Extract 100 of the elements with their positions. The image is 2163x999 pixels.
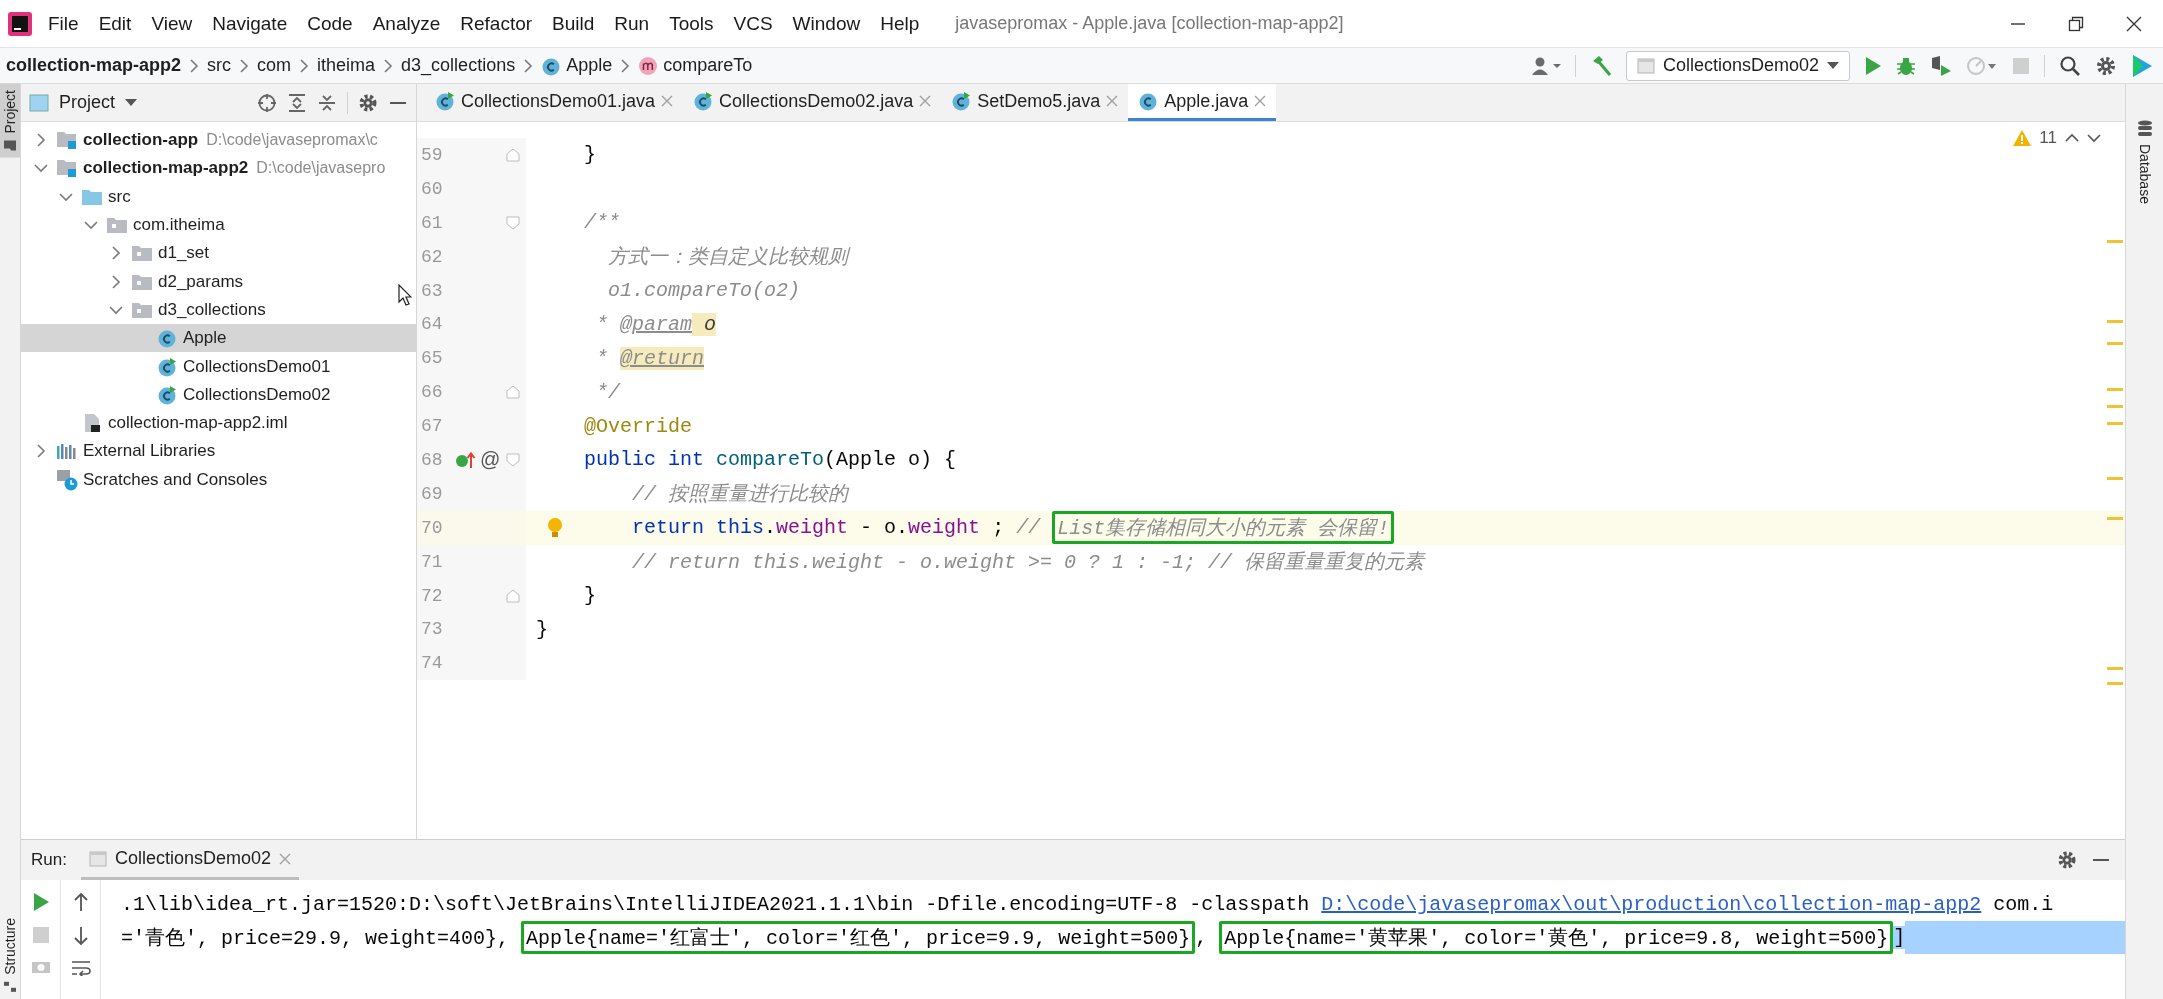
tree-item[interactable]: CollectionsDemo01 <box>21 352 416 381</box>
caret-icon[interactable] <box>125 98 138 107</box>
fold-icon[interactable] <box>506 588 520 603</box>
editor-tab[interactable]: CollectionsDemo02.java <box>683 84 942 121</box>
folder-icon <box>81 187 103 206</box>
expand-all-icon[interactable] <box>287 92 307 113</box>
tree-item[interactable]: d2_params <box>21 267 416 296</box>
menu-item[interactable]: VCS <box>723 12 783 35</box>
close-icon[interactable] <box>1106 95 1119 107</box>
up-icon[interactable] <box>2065 133 2079 143</box>
run-config-dropdown[interactable]: CollectionsDemo02 <box>1625 50 1850 81</box>
tool-window-tab[interactable]: Project <box>0 84 20 158</box>
search-icon[interactable] <box>2059 54 2081 77</box>
warning-icon <box>2013 130 2032 146</box>
tool-window-tab[interactable]: Database <box>2132 114 2157 210</box>
settings-icon[interactable] <box>358 92 378 113</box>
breadcrumb-item[interactable]: Apple <box>566 55 613 76</box>
breadcrumb-item[interactable]: itheima <box>317 55 376 76</box>
menu-item[interactable]: File <box>38 12 89 35</box>
menu-item[interactable]: Help <box>870 12 930 35</box>
panel-title[interactable]: Project <box>59 92 116 113</box>
breadcrumb-item[interactable]: com <box>257 55 292 76</box>
menu-item[interactable]: Navigate <box>202 12 298 35</box>
chevron-icon <box>111 273 121 290</box>
menu-item[interactable]: Analyze <box>362 12 451 35</box>
tree-item[interactable]: Scratches and Consoles <box>21 465 416 494</box>
fold-icon[interactable] <box>506 215 520 230</box>
down-arrow-icon[interactable] <box>72 926 89 947</box>
code-line: // 按照重量进行比较的 <box>631 482 849 508</box>
run-icon[interactable] <box>31 892 50 913</box>
tree-item[interactable]: External Libraries <box>21 437 416 466</box>
profiler-icon[interactable] <box>1966 54 1998 77</box>
run-tab[interactable]: CollectionsDemo02 <box>80 840 299 881</box>
runnable-class-icon <box>435 91 455 111</box>
tree-item[interactable]: Apple <box>21 324 416 353</box>
editor-tab[interactable]: SetDemo5.java <box>941 84 1129 121</box>
stop-icon[interactable] <box>31 926 50 945</box>
tree-item[interactable]: collection-map-app2 D:\code\javasepro <box>21 154 416 183</box>
tree-item[interactable]: d1_set <box>21 239 416 268</box>
close-icon[interactable] <box>1254 95 1267 107</box>
menu-item[interactable]: View <box>141 12 203 35</box>
code-text: weight <box>908 516 981 540</box>
tree-item[interactable]: com.itheima <box>21 210 416 240</box>
line-number: 61 <box>420 212 444 233</box>
collapse-all-icon[interactable] <box>317 92 337 113</box>
menu-item[interactable]: Build <box>542 12 605 35</box>
classpath-link[interactable]: D:\code\javasepromax\out\production\collection-map-app2 <box>1321 893 1982 917</box>
tree-item[interactable]: collection-map-app2.iml <box>21 408 416 438</box>
warning-count[interactable]: 11 <box>2039 128 2057 148</box>
libraries-icon <box>56 442 78 461</box>
tree-item[interactable]: src <box>21 182 416 211</box>
fold-icon[interactable] <box>506 385 520 400</box>
fold-icon[interactable] <box>506 452 520 467</box>
tree-item[interactable]: collection-app D:\code\javasepromax\c <box>21 126 416 155</box>
menu-item[interactable]: Edit <box>88 12 142 35</box>
chevron-icon <box>83 220 99 231</box>
line-number: 74 <box>420 653 444 674</box>
breadcrumb-item[interactable]: src <box>207 55 232 76</box>
chevron-icon <box>523 57 534 74</box>
runnable-class-icon <box>951 91 972 111</box>
menu-item[interactable]: Window <box>782 12 871 35</box>
user-icon[interactable] <box>1530 55 1561 76</box>
up-arrow-icon[interactable] <box>72 892 89 913</box>
menu-item[interactable]: Tools <box>659 12 724 35</box>
close-icon[interactable] <box>661 95 674 107</box>
code-line: // return this.weight - o.weight >= 0 ? 1 : -1; // 保留重量重复的元素 <box>631 550 1425 576</box>
bug-icon[interactable] <box>1896 55 1916 76</box>
run-icon[interactable] <box>1864 55 1882 76</box>
down-icon[interactable] <box>2087 133 2101 143</box>
plugin-logo-icon[interactable] <box>2131 53 2153 78</box>
wrap-icon[interactable] <box>70 960 91 977</box>
menu-item[interactable]: Refactor <box>450 12 543 35</box>
method-icon <box>638 55 659 76</box>
tree-item[interactable]: CollectionsDemo02 <box>21 380 416 409</box>
file-icon <box>83 413 101 434</box>
settings-icon[interactable] <box>2057 850 2077 871</box>
lightbulb-icon[interactable] <box>547 516 563 539</box>
code-text: . <box>764 516 777 540</box>
line-number: 69 <box>420 483 444 504</box>
tool-window-tab[interactable]: Structure <box>0 912 20 999</box>
line-number: 68 <box>420 449 444 470</box>
structure-icon <box>3 981 17 993</box>
fold-icon[interactable] <box>506 147 520 162</box>
close-icon[interactable] <box>919 95 932 107</box>
menu-item[interactable]: Code <box>297 12 363 35</box>
code-text: return this <box>632 516 765 540</box>
breadcrumb-item[interactable]: collection-map-app2 <box>6 55 182 76</box>
editor-tab[interactable]: Apple.java <box>1128 84 1277 121</box>
code-line: public int compareTo(Apple o) { <box>583 448 957 472</box>
line-number: 73 <box>420 619 444 640</box>
locate-icon[interactable] <box>257 92 277 113</box>
tree-item[interactable]: d3_collections <box>21 295 416 325</box>
coverage-icon[interactable] <box>1930 54 1952 77</box>
editor-tab[interactable]: CollectionsDemo01.java <box>425 84 684 121</box>
menu-item[interactable]: Run <box>604 12 660 35</box>
stop-icon[interactable] <box>2012 56 2030 75</box>
code-text: weight <box>776 516 849 540</box>
breadcrumb-item[interactable]: compareTo <box>663 55 753 76</box>
settings-icon[interactable] <box>2095 54 2117 77</box>
breadcrumb-item[interactable]: d3_collections <box>401 55 516 76</box>
